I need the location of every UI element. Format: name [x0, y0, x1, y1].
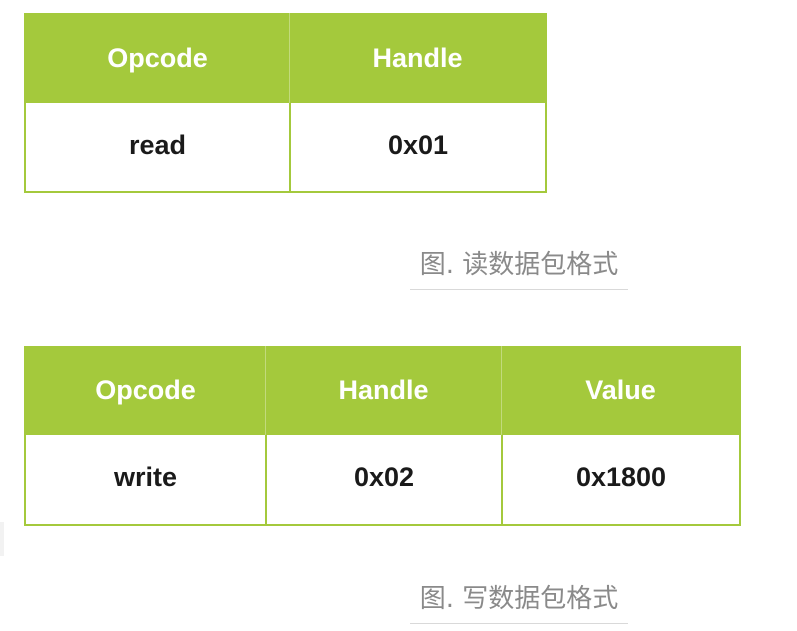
header-opcode: Opcode — [26, 346, 265, 435]
read-packet-table: Opcode Handle read 0x01 — [24, 13, 547, 193]
cell-opcode-value: write — [26, 435, 265, 524]
header-opcode: Opcode — [26, 13, 289, 103]
write-packet-table: Opcode Handle Value write 0x02 0x1800 — [24, 346, 741, 526]
cell-handle-value: 0x02 — [265, 435, 501, 524]
edge-fragment — [0, 522, 4, 556]
header-handle: Handle — [289, 13, 545, 103]
cell-value-value: 0x1800 — [501, 435, 739, 524]
cell-opcode-value: read — [26, 103, 289, 191]
header-handle: Handle — [265, 346, 501, 435]
cell-handle-value: 0x01 — [289, 103, 545, 191]
read-table-caption: 图. 读数据包格式 — [410, 244, 628, 290]
header-value: Value — [501, 346, 739, 435]
write-table-caption: 图. 写数据包格式 — [410, 578, 628, 624]
